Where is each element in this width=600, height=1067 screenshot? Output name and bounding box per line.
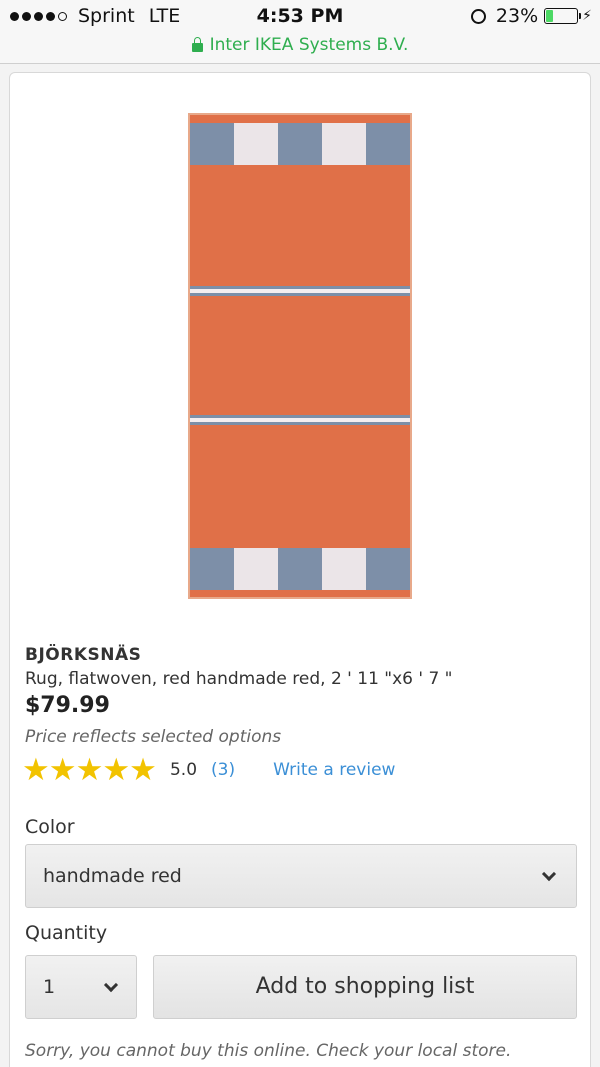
product-card: BJÖRKSNÄS Rug, flatwoven, red handmade r… — [9, 72, 591, 1067]
quantity-label: Quantity — [25, 922, 108, 944]
write-review-link[interactable]: Write a review — [273, 760, 395, 780]
rating-row: ★★★★★ 5.0 (3) Write a review — [22, 752, 395, 788]
site-identity[interactable]: Inter IKEA Systems B.V. — [191, 35, 409, 55]
charging-icon: ⚡ — [582, 8, 592, 24]
review-count-link[interactable]: (3) — [211, 760, 235, 780]
battery-level — [546, 10, 554, 22]
color-select-value: handmade red — [43, 865, 182, 887]
product-description: Rug, flatwoven, red handmade red, 2 ' 11… — [25, 669, 453, 689]
battery-percent: 23% — [495, 5, 539, 27]
site-name: Inter IKEA Systems B.V. — [209, 35, 409, 55]
price-note: Price reflects selected options — [25, 727, 282, 747]
status-right: 23% ⚡ — [470, 5, 592, 27]
battery-icon — [544, 8, 582, 24]
color-select[interactable]: handmade red — [25, 844, 577, 908]
status-bar: Sprint LTE 4:53 PM 23% ⚡ — [0, 0, 600, 34]
chevron-down-icon — [541, 866, 557, 882]
product-name: BJÖRKSNÄS — [25, 645, 142, 665]
chevron-down-icon — [103, 977, 119, 993]
rug-stripe — [190, 415, 410, 425]
rug-stripe — [190, 286, 410, 296]
alarm-icon — [470, 8, 486, 24]
quantity-select[interactable]: 1 — [25, 955, 137, 1019]
add-to-shopping-list-button[interactable]: Add to shopping list — [153, 955, 577, 1019]
address-bar[interactable]: Inter IKEA Systems B.V. — [0, 34, 600, 64]
quantity-select-value: 1 — [43, 976, 56, 998]
lock-icon — [191, 36, 203, 52]
product-image[interactable] — [188, 113, 412, 599]
color-label: Color — [25, 816, 75, 838]
unavailable-note: Sorry, you cannot buy this online. Check… — [25, 1041, 512, 1061]
rug-top-band — [190, 123, 410, 165]
rug-bottom-band — [190, 548, 410, 590]
rating-value: 5.0 — [169, 760, 198, 780]
product-price: $79.99 — [25, 693, 110, 718]
star-rating-icon: ★★★★★ — [22, 752, 157, 788]
